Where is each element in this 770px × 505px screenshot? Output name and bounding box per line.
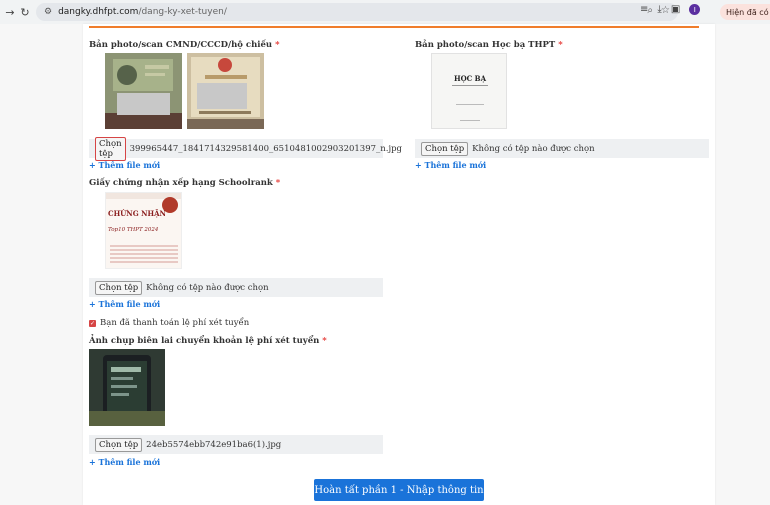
schoolrank-file-input[interactable]: Chọn tệp Không có tệp nào được chọn (89, 278, 383, 297)
schoolrank-file-name: Không có tệp nào được chọn (146, 282, 269, 293)
schoolrank-add-file-link[interactable]: + Thêm file mới (89, 299, 160, 309)
transcript-file-name: Không có tệp nào được chọn (472, 143, 595, 154)
side-panel-icon[interactable]: ▣ (671, 4, 680, 15)
id-card-file-name: 399965447_1841714329581400_6510481002903… (129, 143, 402, 154)
schoolrank-preview-heading: CHỨNG NHẬN (108, 209, 166, 218)
reload-icon[interactable]: ↻ (17, 4, 33, 20)
id-card-add-file-link[interactable]: + Thêm file mới (89, 160, 160, 170)
paid-fee-checkbox-row[interactable]: ✓ Bạn đã thanh toán lệ phí xét tuyển (89, 318, 249, 328)
id-card-front-preview (105, 53, 182, 129)
extension-notice[interactable]: Hiện đã có C (720, 4, 770, 20)
receipt-choose-file-button[interactable]: Chọn tệp (95, 437, 143, 452)
transcript-file-input[interactable]: Chọn tệp Không có tệp nào được chọn (415, 139, 709, 158)
receipt-file-name: 24eb5574ebb742e91ba6(1).jpg (146, 439, 282, 450)
transcript-label: Bản photo/scan Học bạ THPT * (415, 40, 563, 50)
schoolrank-choose-file-button[interactable]: Chọn tệp (95, 280, 143, 295)
id-card-label: Bản photo/scan CMND/CCCD/hộ chiếu * (89, 40, 280, 50)
submit-part1-button[interactable]: Hoàn tất phần 1 - Nhập thông tin (314, 479, 484, 501)
address-bar[interactable]: ⚙ dangky.dhfpt.com/dang-ky-xet-tuyen/ ⌕ … (36, 3, 678, 21)
schoolrank-label: Giấy chứng nhận xếp hạng Schoolrank * (89, 178, 281, 188)
accent-divider (89, 26, 699, 28)
reading-list-icon[interactable]: ≡ (640, 4, 648, 15)
paid-fee-checkbox-label: Bạn đã thanh toán lệ phí xét tuyển (100, 318, 250, 328)
schoolrank-preview-sub: Top10 THPT 2024 (108, 227, 159, 233)
forward-arrow-icon[interactable]: → (2, 4, 18, 20)
paid-fee-checkbox[interactable]: ✓ (89, 319, 96, 327)
site-settings-icon[interactable]: ⚙ (44, 7, 52, 17)
id-card-choose-file-button[interactable]: Chọn tệp (95, 136, 126, 161)
transcript-preview: HỌC BẠ (431, 53, 507, 129)
receipt-add-file-link[interactable]: + Thêm file mới (89, 457, 160, 467)
id-card-back-preview (187, 53, 264, 129)
profile-avatar[interactable]: I (689, 4, 701, 15)
id-card-file-input[interactable]: Chọn tệp 399965447_1841714329581400_6510… (89, 136, 402, 161)
url-text: dangky.dhfpt.com/dang-ky-xet-tuyen/ (58, 7, 227, 17)
browser-toolbar: → ↻ ⚙ dangky.dhfpt.com/dang-ky-xet-tuyen… (0, 0, 770, 24)
schoolrank-preview: CHỨNG NHẬN Top10 THPT 2024 (105, 192, 182, 269)
download-icon[interactable]: ⤓ (657, 4, 661, 15)
receipt-preview (89, 349, 165, 426)
transcript-choose-file-button[interactable]: Chọn tệp (421, 141, 469, 156)
receipt-file-input[interactable]: Chọn tệp 24eb5574ebb742e91ba6(1).jpg (89, 435, 383, 454)
transcript-preview-title: HỌC BẠ (453, 74, 487, 83)
receipt-label: Ảnh chụp biên lai chuyển khoản lệ phí xé… (89, 336, 327, 346)
transcript-add-file-link[interactable]: + Thêm file mới (415, 160, 486, 170)
